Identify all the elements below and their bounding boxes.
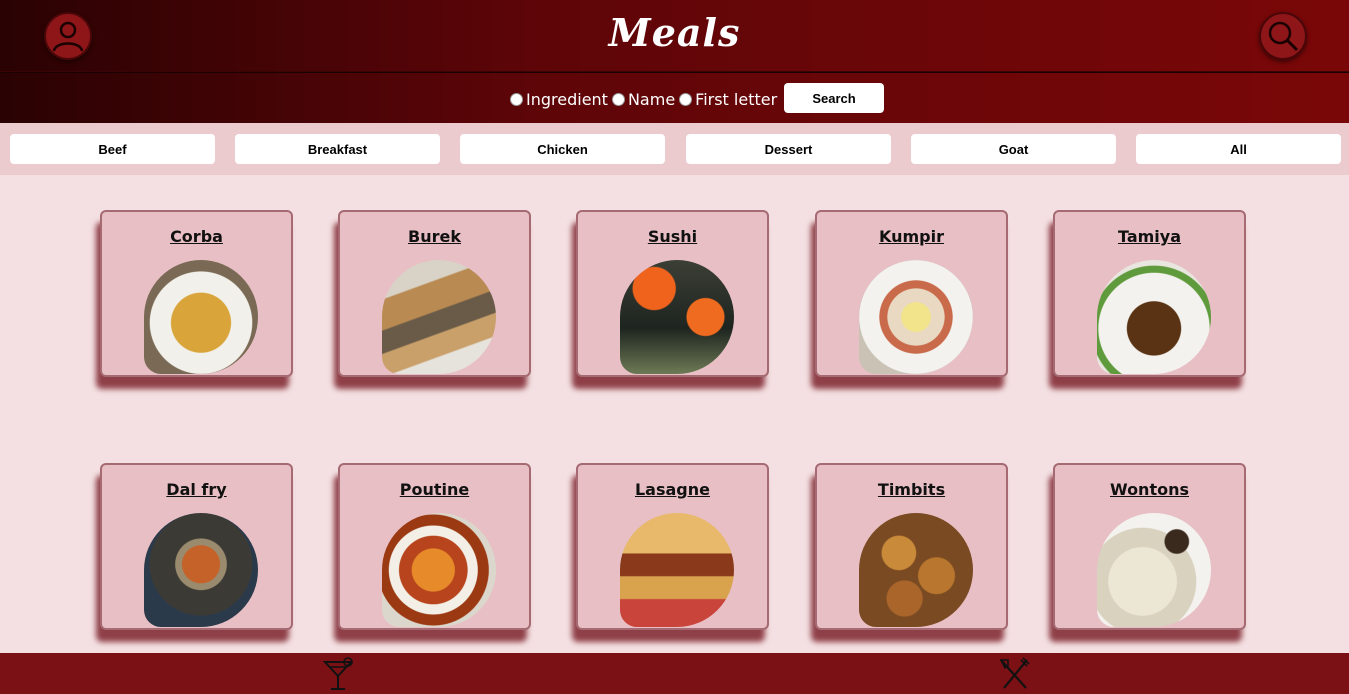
app-header: Meals [0, 0, 1349, 72]
meal-card[interactable]: Burek [338, 210, 531, 377]
meal-card[interactable]: Dal fry [100, 463, 293, 630]
meal-card[interactable]: Tamiya [1053, 210, 1246, 377]
meal-card[interactable]: Poutine [338, 463, 531, 630]
meal-card[interactable]: Sushi [576, 210, 769, 377]
meal-image[interactable] [144, 513, 258, 627]
search-type-options: Ingredient Name First letter [510, 89, 781, 109]
radio-ingredient[interactable] [510, 92, 523, 106]
app-footer [0, 653, 1349, 694]
search-icon [1268, 21, 1299, 52]
meal-title[interactable]: Corba [102, 227, 291, 246]
radio-label-ingredient: Ingredient [526, 89, 608, 109]
meal-title[interactable]: Wontons [1055, 480, 1244, 499]
meal-title[interactable]: Lasagne [578, 480, 767, 499]
category-breakfast[interactable]: Breakfast [235, 134, 440, 164]
meal-card[interactable]: Timbits [815, 463, 1008, 630]
meal-title[interactable]: Poutine [340, 480, 529, 499]
meal-title[interactable]: Dal fry [102, 480, 291, 499]
search-button[interactable]: Search [784, 83, 884, 113]
category-dessert[interactable]: Dessert [686, 134, 891, 164]
meal-image[interactable] [382, 513, 496, 627]
app-logo-title: Meals [608, 10, 741, 55]
search-toggle-button[interactable] [1259, 12, 1307, 60]
meal-card[interactable]: Kumpir [815, 210, 1008, 377]
meal-image[interactable] [620, 260, 734, 374]
meal-image[interactable] [620, 513, 734, 627]
meal-title[interactable]: Sushi [578, 227, 767, 246]
radio-label-first-letter: First letter [695, 89, 778, 109]
fork-knife-icon [999, 657, 1030, 689]
category-goat[interactable]: Goat [911, 134, 1116, 164]
meal-title[interactable]: Timbits [817, 480, 1006, 499]
drinks-nav-button[interactable] [320, 656, 356, 692]
radio-first-letter[interactable] [679, 92, 693, 106]
meal-card[interactable]: Lasagne [576, 463, 769, 630]
meal-title[interactable]: Burek [340, 227, 529, 246]
meal-image[interactable] [144, 260, 258, 374]
meal-title[interactable]: Tamiya [1055, 227, 1244, 246]
meal-image[interactable] [859, 260, 973, 374]
category-bar: Beef Breakfast Chicken Dessert Goat All [0, 123, 1349, 175]
search-bar: Ingredient Name First letter Search [0, 72, 1349, 123]
radio-label-name: Name [627, 89, 676, 109]
meal-image[interactable] [382, 260, 496, 374]
meal-card[interactable]: Wontons [1053, 463, 1246, 630]
category-beef[interactable]: Beef [10, 134, 215, 164]
radio-name[interactable] [611, 92, 625, 106]
meals-nav-button[interactable] [996, 656, 1032, 692]
meal-title[interactable]: Kumpir [817, 227, 1006, 246]
meal-image[interactable] [1097, 513, 1211, 627]
category-all[interactable]: All [1136, 134, 1341, 164]
category-chicken[interactable]: Chicken [460, 134, 665, 164]
cocktail-icon [322, 657, 354, 690]
meal-card[interactable]: Corba [100, 210, 293, 377]
meal-image[interactable] [859, 513, 973, 627]
meal-image[interactable] [1097, 260, 1211, 374]
